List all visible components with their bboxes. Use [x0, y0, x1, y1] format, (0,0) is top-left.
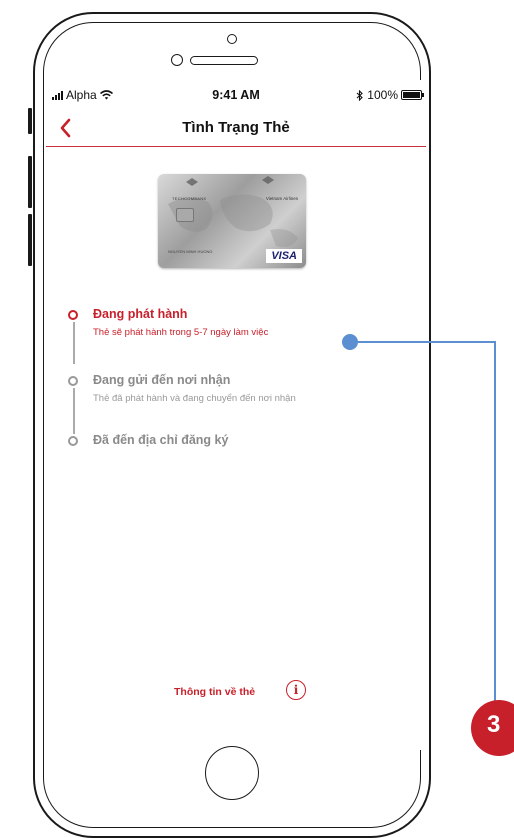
timeline-connector: [73, 388, 75, 434]
volume-down-button: [28, 214, 32, 266]
card-info-label[interactable]: Thông tin về thẻ: [174, 686, 255, 698]
volume-up-button: [28, 156, 32, 208]
battery-icon: [401, 90, 424, 100]
step-title-shipping: Đang gửi đến nơi nhận: [93, 373, 231, 387]
card-bank-name: TECHCOMBANK: [172, 196, 207, 201]
card-airline-name: Vietnam Airlines: [265, 196, 298, 201]
callout-line-vertical: [494, 341, 496, 711]
annotation-badge: 3: [471, 700, 514, 756]
annotation-number: 3: [487, 711, 501, 738]
card-holder-name: NGUYEN MINH HUONG: [168, 249, 213, 254]
timeline-connector: [73, 322, 75, 364]
bluetooth-icon: [356, 89, 364, 101]
step-desc-shipping: Thẻ đã phát hành và đang chuyển đến nơi …: [93, 393, 296, 404]
timeline-dot-shipping: [68, 376, 78, 386]
timeline-dot-delivered: [68, 436, 78, 446]
card-chip: [176, 208, 194, 222]
callout-line-horizontal: [358, 341, 495, 343]
mute-switch: [28, 108, 32, 134]
page-title: Tình Trạng Thẻ: [182, 119, 290, 136]
visa-logo: VISA: [266, 249, 302, 263]
step-desc-issuing: Thẻ sẽ phát hành trong 5-7 ngày làm việc: [93, 327, 269, 338]
battery-percentage: 100%: [367, 88, 398, 102]
step-title-delivered: Đã đến địa chỉ đăng ký: [93, 433, 229, 447]
timeline-dot-issuing: [68, 310, 78, 320]
navigation-bar: Tình Trạng Thẻ: [46, 110, 426, 147]
proximity-sensor: [171, 54, 183, 66]
credit-card-image: TECHCOMBANK Vietnam Airlines NGUYEN MINH…: [158, 174, 306, 268]
screen: Alpha 9:41 AM 100% Tình Trạng Thẻ TECHCO…: [46, 80, 426, 750]
earpiece-speaker: [190, 56, 258, 65]
status-bar: Alpha 9:41 AM 100%: [46, 80, 426, 108]
card-info-link[interactable]: Thông tin về thẻ i: [46, 680, 426, 704]
callout-marker: [342, 334, 358, 350]
home-button[interactable]: [205, 746, 259, 800]
battery-group: 100%: [356, 88, 424, 102]
info-icon[interactable]: i: [286, 680, 306, 700]
front-camera: [227, 34, 237, 44]
step-title-issuing: Đang phát hành: [93, 307, 188, 321]
